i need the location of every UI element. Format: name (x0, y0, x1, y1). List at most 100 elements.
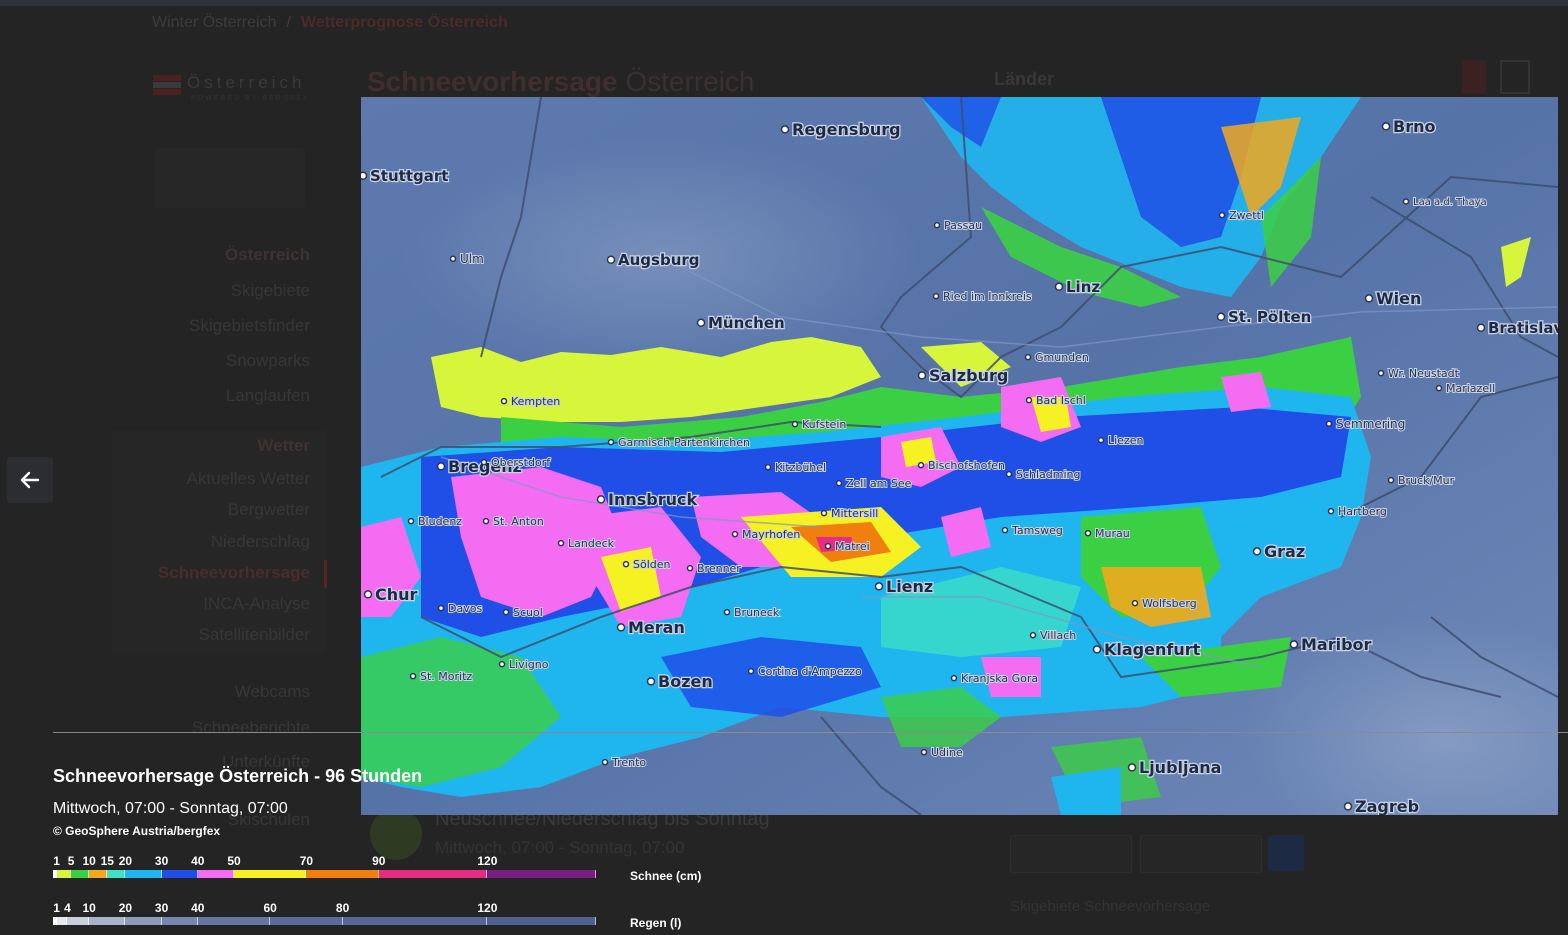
city-label: Wolfsberg (1131, 596, 1198, 611)
city-dot-icon (363, 590, 373, 599)
sidebar-item[interactable]: Niederschlag (211, 532, 310, 552)
city-label: Wr. Neustadt (1377, 366, 1461, 381)
breadcrumb-item-current[interactable]: Wetterprognose Österreich (301, 14, 508, 31)
map-canvas: Regensburg Brno Stuttgart Passau Zwettl Laa a… (361, 97, 1558, 815)
site-logo[interactable]: Österreich POWERED BY BERGFEX (153, 73, 313, 109)
city-name: St. Anton (493, 515, 544, 528)
sidebar-item[interactable]: Snowparks (226, 351, 310, 371)
lightbox-time-range: Mittwoch, 07:00 - Sonntag, 07:00 (53, 800, 288, 817)
sidebar-item[interactable]: Webcams (235, 682, 310, 702)
city-label: Bischofshofen (917, 458, 1006, 473)
back-button[interactable] (7, 457, 53, 503)
sidebar-item[interactable]: Langlaufen (226, 386, 310, 406)
rain-legend-tick: 60 (263, 901, 277, 915)
city-name: Klagenfurt (1104, 640, 1201, 659)
sidebar-item[interactable]: Skigebietsfinder (189, 316, 310, 336)
skigebiete-link[interactable]: Skigebiete Schneevorhersage (1010, 898, 1210, 915)
city-dot-icon (686, 564, 694, 572)
sidebar-item[interactable]: Skigebiete (231, 281, 310, 301)
city-name: Graz (1264, 542, 1305, 561)
city-dot-icon (407, 517, 415, 525)
city-label: Zagreb (1343, 796, 1420, 815)
city-name: Kranjska Gora (961, 672, 1038, 685)
snow-legend-band (233, 870, 307, 878)
city-dot-icon (747, 667, 755, 675)
city-name: Udine (931, 746, 963, 759)
city-label: Ljubljana (1127, 757, 1223, 778)
date-select-end[interactable] (1140, 835, 1262, 873)
snow-legend-bar (53, 870, 596, 878)
menu-button[interactable] (1500, 60, 1530, 94)
city-name: Ulm (460, 252, 484, 266)
apply-button[interactable] (1268, 835, 1304, 871)
city-label: Bad Ischl (1025, 393, 1087, 408)
city-dot-icon (436, 462, 446, 471)
rain-legend-band (125, 917, 162, 925)
city-label: München (696, 313, 786, 333)
city-dot-icon (1381, 122, 1391, 131)
snow-legend-tick: 20 (118, 854, 133, 868)
city-label: Augsburg (606, 250, 701, 270)
city-name: Bad Ischl (1036, 394, 1086, 407)
laender-heading: Länder (994, 69, 1055, 89)
date-select-start[interactable] (1010, 835, 1132, 873)
city-name: Stuttgart (370, 167, 448, 185)
city-label: Bozen (646, 671, 714, 692)
sidebar-item[interactable]: Satellitenbilder (198, 625, 310, 645)
sidebar-item[interactable]: Österreich (225, 245, 310, 265)
sidebar-item[interactable]: INCA-Analyse (203, 594, 310, 614)
city-label: Salzburg (917, 365, 1010, 386)
rain-legend-tick: 1 (53, 901, 60, 915)
snow-legend-tick: 15 (100, 854, 114, 868)
snow-legend-tick: 40 (191, 854, 205, 868)
snow-legend-band (197, 870, 234, 878)
snow-legend-band (487, 870, 596, 878)
city-name: Chur (375, 585, 418, 604)
city-dot-icon (1084, 529, 1092, 537)
city-label: Garmisch-Partenkirchen (607, 435, 751, 450)
city-dot-icon (498, 660, 506, 668)
city-label: Ried im Innkreis (932, 289, 1033, 304)
city-dot-icon (696, 318, 706, 327)
breadcrumb-item-winter[interactable]: Winter Österreich (152, 14, 276, 31)
sidebar-item[interactable]: Aktuelles Wetter (187, 469, 310, 489)
rain-legend-tick: 4 (64, 901, 71, 915)
snow-forecast-map[interactable]: Regensburg Brno Stuttgart Passau Zwettl Laa a… (361, 97, 1558, 815)
lightbox-credit: © GeoSphere Austria/bergfex (53, 824, 221, 838)
city-dot-icon (917, 371, 927, 380)
city-name: Brenner (697, 562, 741, 575)
rain-legend-band (161, 917, 198, 925)
city-dot-icon (917, 461, 925, 469)
city-name: Davos (448, 602, 482, 615)
city-name: Landeck (568, 537, 615, 550)
city-label: Stuttgart (361, 166, 450, 186)
city-name: Bruneck (734, 606, 780, 619)
sidebar-item[interactable]: Wetter (257, 436, 310, 456)
sidebar-item[interactable]: Bergwetter (228, 500, 310, 520)
city-label: Tamsweg (1001, 523, 1064, 538)
rain-legend-bar (53, 917, 596, 925)
snow-legend-band (56, 870, 72, 878)
city-dot-icon (409, 672, 417, 680)
city-dot-icon (557, 539, 565, 547)
country-flag-button[interactable] (1462, 60, 1486, 94)
city-name: Bischofshofen (928, 459, 1005, 472)
sidebar-item[interactable]: Schneeberichte (192, 718, 310, 738)
snow-legend: 1 5 10 15 20 30 40 50 70 90 120 Schnee (cm) (53, 854, 701, 883)
city-dot-icon (1092, 645, 1102, 654)
city-dot-icon (791, 420, 799, 428)
sidebar-item[interactable]: Schneevorhersage (158, 563, 310, 583)
page-title: Schneevorhersage Österreich (367, 66, 755, 98)
city-dot-icon (1252, 547, 1262, 556)
city-dot-icon (1218, 211, 1226, 219)
city-dot-icon (606, 255, 616, 264)
rain-legend-band (56, 917, 68, 925)
city-dot-icon (601, 758, 609, 766)
city-name: St. Moritz (420, 670, 472, 683)
city-dot-icon (874, 582, 884, 591)
city-name: Scuol (513, 606, 543, 619)
city-dot-icon (1127, 763, 1137, 772)
snow-legend-band (71, 870, 90, 878)
sidebar-search-area (155, 148, 305, 208)
city-label: Klagenfurt (1092, 639, 1202, 660)
